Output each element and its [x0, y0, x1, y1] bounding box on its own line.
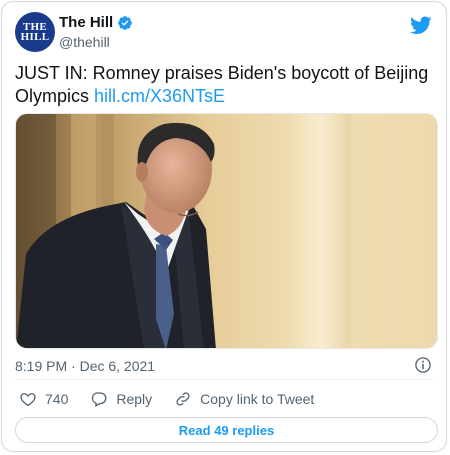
reply-button[interactable]: Reply — [90, 390, 152, 408]
verified-icon — [118, 15, 133, 30]
author-name-row: The Hill — [59, 14, 133, 31]
avatar-text-bottom: HILL — [20, 31, 50, 43]
heart-icon — [20, 393, 36, 407]
info-icon[interactable] — [414, 356, 432, 374]
tweet-text: JUST IN: Romney praises Biden's boycott … — [15, 62, 435, 108]
reply-icon — [92, 392, 107, 407]
avatar[interactable]: THE HILL — [15, 12, 55, 52]
tweet-card: THE HILL The Hill @thehill JUST IN: Romn… — [1, 1, 447, 452]
link-icon — [176, 392, 190, 406]
tweet-timestamp[interactable]: 8:19 PM · Dec 6, 2021 — [15, 358, 155, 374]
divider — [15, 379, 433, 380]
tweet-actions: 740 Reply Copy link to Tweet — [19, 390, 433, 408]
photo-image — [16, 114, 437, 348]
author-display-name[interactable]: The Hill — [59, 14, 113, 31]
reply-label: Reply — [116, 391, 153, 407]
twitter-bird-icon[interactable] — [410, 14, 432, 36]
like-count: 740 — [45, 391, 69, 407]
copy-link-button[interactable]: Copy link to Tweet — [174, 390, 314, 408]
copy-link-label: Copy link to Tweet — [200, 391, 315, 407]
read-replies-button[interactable]: Read 49 replies — [15, 417, 438, 443]
tweet-link[interactable]: hill.cm/X36NTsE — [94, 86, 225, 106]
author-handle[interactable]: @thehill — [59, 34, 110, 50]
tweet-photo[interactable] — [15, 113, 438, 349]
like-button[interactable]: 740 — [19, 390, 68, 408]
